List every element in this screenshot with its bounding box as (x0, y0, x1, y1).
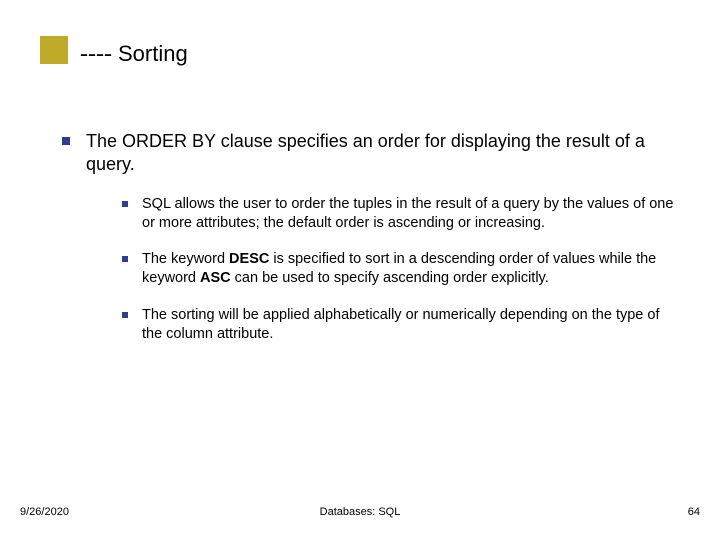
sub-bullet-text: SQL allows the user to order the tuples … (142, 195, 680, 233)
title-area: ---- Sorting (40, 40, 188, 68)
bullet-icon (122, 312, 128, 318)
sub-bullet-text: The keyword DESC is specified to sort in… (142, 250, 680, 288)
slide: ---- Sorting The ORDER BY clause specifi… (0, 0, 720, 540)
sub-bullet-list: SQL allows the user to order the tuples … (122, 195, 680, 344)
main-bullet-row: The ORDER BY clause specifies an order f… (62, 130, 680, 177)
footer-page-number: 64 (688, 506, 700, 518)
slide-body: The ORDER BY clause specifies an order f… (62, 130, 680, 362)
title-accent-block (40, 36, 68, 64)
bullet-icon (122, 256, 128, 262)
title-dashes: ---- (80, 41, 112, 68)
sub-bullet-row: The sorting will be applied alphabetical… (122, 306, 680, 344)
sub-bullet-text: The sorting will be applied alphabetical… (142, 306, 680, 344)
bullet-icon (122, 201, 128, 207)
footer-title: Databases: SQL (320, 506, 401, 518)
sub-bullet-row: The keyword DESC is specified to sort in… (122, 250, 680, 288)
slide-title: Sorting (118, 41, 188, 67)
main-bullet-text: The ORDER BY clause specifies an order f… (86, 130, 680, 177)
footer-date: 9/26/2020 (20, 506, 69, 518)
bullet-icon (62, 137, 70, 145)
sub-bullet-row: SQL allows the user to order the tuples … (122, 195, 680, 233)
